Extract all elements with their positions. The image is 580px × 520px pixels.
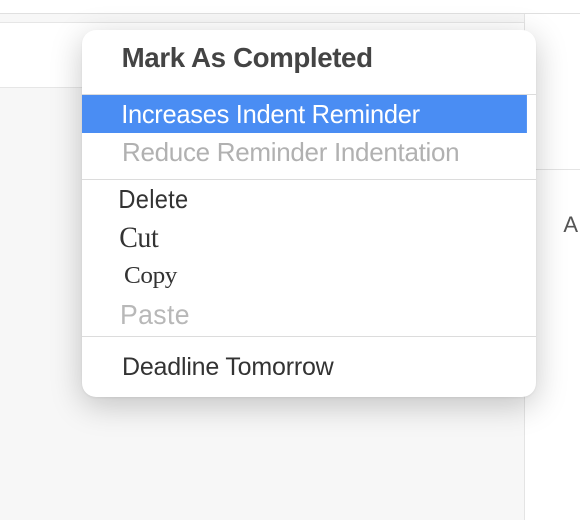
menu-spacer (82, 86, 536, 94)
menu-item-mark-completed[interactable]: Mark As Completed (82, 30, 531, 86)
menu-item-label: Mark As Completed (122, 42, 373, 74)
menu-spacer (82, 171, 536, 179)
menu-item-cut[interactable]: Cut (82, 218, 504, 258)
menu-item-label: Paste (120, 299, 190, 331)
sidebar-letter: A (563, 212, 578, 238)
menu-item-label: Copy (124, 263, 177, 290)
menu-item-copy[interactable]: Copy (82, 258, 536, 294)
menu-item-label: Reduce Reminder Indentation (122, 137, 459, 168)
menu-item-label: Cut (119, 221, 158, 255)
menu-item-deadline-tomorrow[interactable]: Deadline Tomorrow (82, 337, 536, 397)
menu-item-label: Delete (118, 184, 188, 215)
context-menu: Mark As Completed Increases Indent Remin… (82, 30, 536, 397)
menu-item-reduce-indent: Reduce Reminder Indentation (82, 133, 536, 171)
menu-item-delete[interactable]: Delete (82, 180, 495, 218)
window-top-bar (0, 0, 580, 14)
menu-item-label: Increases Indent Reminder (121, 99, 420, 130)
menu-item-increase-indent[interactable]: Increases Indent Reminder (82, 95, 527, 133)
menu-item-label: Deadline Tomorrow (122, 353, 334, 382)
menu-item-paste: Paste (82, 294, 513, 336)
